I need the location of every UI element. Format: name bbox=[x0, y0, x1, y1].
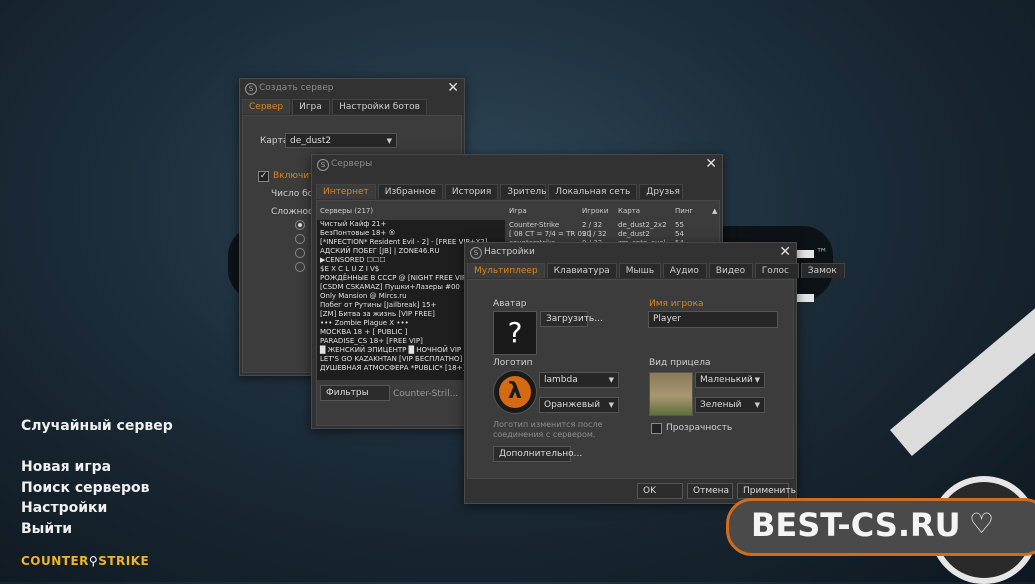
settings-window: S Настройки ✕ Мультиплеер Клавиатура Мыш… bbox=[464, 242, 845, 504]
tab-spectate[interactable]: Зритель bbox=[500, 184, 546, 199]
server-name[interactable]: Чистый Кайф 21+ bbox=[317, 220, 505, 229]
tab-multiplayer[interactable]: Мультиплеер bbox=[467, 263, 545, 278]
player-name-label: Имя игрока bbox=[649, 299, 704, 309]
heart-icon: ♡ bbox=[969, 507, 995, 540]
table-cell-ping: 54 bbox=[675, 230, 684, 238]
crosshair-color-dropdown[interactable]: Зеленый ▼ bbox=[695, 397, 765, 413]
table-cell-players: 2 / 32 bbox=[582, 221, 603, 229]
logo-color-dropdown[interactable]: Оранжевый ▼ bbox=[539, 397, 619, 413]
menu-random-server[interactable]: Случайный сервер bbox=[21, 418, 173, 434]
apply-button[interactable]: Применить bbox=[737, 483, 796, 499]
player-name-input[interactable]: Player bbox=[648, 311, 778, 328]
advanced-button[interactable]: Дополнительно... bbox=[493, 446, 582, 462]
window-title: Серверы bbox=[331, 159, 373, 169]
upload-avatar-button[interactable]: Загрузить... bbox=[540, 311, 603, 327]
logo-color-value: Оранжевый bbox=[544, 400, 601, 410]
tab-game[interactable]: Игра bbox=[292, 99, 331, 114]
column-ping[interactable]: Пинг bbox=[675, 207, 693, 215]
map-value: de_dust2 bbox=[290, 136, 332, 146]
enable-bots-checkbox[interactable]: ✓ bbox=[258, 171, 269, 182]
trademark-symbol: ™ bbox=[816, 246, 828, 260]
table-cell-map: de_dust2 bbox=[618, 230, 650, 238]
watermark-banner: BEST-CS.RU ♡ bbox=[726, 498, 1035, 556]
tab-history[interactable]: История bbox=[444, 184, 499, 199]
window-titlebar[interactable]: S Серверы ✕ bbox=[312, 155, 722, 175]
tab-keyboard[interactable]: Клавиатура bbox=[546, 263, 617, 278]
column-map[interactable]: Карта bbox=[618, 207, 640, 215]
server-name[interactable]: БезПонтовые 18+ ® bbox=[317, 229, 505, 238]
chevron-down-icon: ▼ bbox=[608, 376, 614, 384]
chevron-down-icon: ▼ bbox=[386, 137, 392, 145]
window-title: Настройки bbox=[484, 247, 535, 257]
window-titlebar[interactable]: S Настройки ✕ bbox=[465, 243, 796, 263]
transparency-label: Прозрачность bbox=[666, 423, 733, 433]
transparency-checkbox[interactable] bbox=[651, 423, 662, 434]
chevron-down-icon: ▼ bbox=[754, 376, 760, 384]
menu-settings[interactable]: Настройки bbox=[21, 500, 107, 516]
tab-video[interactable]: Видео bbox=[708, 263, 753, 278]
column-game[interactable]: Игра bbox=[509, 207, 527, 215]
tab-voice[interactable]: Голос bbox=[754, 263, 799, 278]
lambda-logo-icon: λ bbox=[493, 370, 537, 414]
filters-button[interactable]: Фильтры bbox=[320, 385, 390, 401]
tab-audio[interactable]: Аудио bbox=[662, 263, 707, 278]
crosshair-label: Вид прицела bbox=[649, 358, 711, 368]
steam-icon: S bbox=[317, 159, 329, 171]
tab-internet[interactable]: Интернет bbox=[316, 184, 376, 199]
logo-dropdown[interactable]: lambda ▼ bbox=[539, 372, 619, 388]
crosshair-size-dropdown[interactable]: Маленький ▼ bbox=[695, 372, 765, 388]
column-players[interactable]: Игроки bbox=[582, 207, 608, 215]
filter-game-value: Counter-Stril... bbox=[393, 389, 459, 399]
logo-label: Логотип bbox=[493, 358, 533, 368]
watermark-stripe bbox=[890, 288, 1035, 457]
table-cell-game: [ 08 CT = 7/4 = TR 09 ] bbox=[509, 230, 592, 238]
table-cell-players: 20 / 32 bbox=[582, 230, 607, 238]
avatar-label: Аватар bbox=[493, 299, 527, 309]
menu-new-game[interactable]: Новая игра bbox=[21, 459, 111, 475]
table-cell-game: Counter-Strike bbox=[509, 221, 560, 229]
difficulty-radio-1[interactable] bbox=[295, 220, 305, 230]
tab-server[interactable]: Сервер bbox=[242, 99, 291, 114]
watermark-text: BEST-CS.RU bbox=[751, 506, 961, 544]
column-servers[interactable]: Серверы (217) bbox=[320, 207, 373, 215]
chevron-down-icon: ▼ bbox=[754, 401, 760, 409]
tab-bot-settings[interactable]: Настройки ботов bbox=[332, 99, 427, 114]
crosshair-preview bbox=[649, 372, 693, 416]
table-cell-map: de_dust2_2x2 bbox=[618, 221, 667, 229]
ok-button[interactable]: OK bbox=[637, 483, 683, 499]
difficulty-radio-4[interactable] bbox=[295, 262, 305, 272]
cancel-button[interactable]: Отмена bbox=[687, 483, 733, 499]
menu-find-servers[interactable]: Поиск серверов bbox=[21, 480, 150, 496]
table-cell-ping: 55 bbox=[675, 221, 684, 229]
tab-lock[interactable]: Замок bbox=[800, 263, 845, 278]
chevron-down-icon: ▼ bbox=[608, 401, 614, 409]
scroll-up-icon[interactable]: ▲ bbox=[712, 207, 717, 215]
window-title: Создать сервер bbox=[259, 83, 334, 93]
counter-strike-logo: COUNTER⚲STRIKE bbox=[21, 554, 150, 568]
difficulty-radio-3[interactable] bbox=[295, 248, 305, 258]
close-icon[interactable]: ✕ bbox=[705, 156, 717, 172]
tab-lan[interactable]: Локальная сеть bbox=[548, 184, 638, 199]
steam-icon: S bbox=[470, 247, 482, 259]
close-icon[interactable]: ✕ bbox=[447, 80, 459, 96]
avatar-placeholder: ? bbox=[493, 311, 537, 355]
tab-friends[interactable]: Друзья bbox=[639, 184, 684, 199]
difficulty-radio-2[interactable] bbox=[295, 234, 305, 244]
window-titlebar[interactable]: S Создать сервер ✕ bbox=[240, 79, 464, 99]
crosshair-color-value: Зеленый bbox=[700, 400, 742, 410]
menu-quit[interactable]: Выйти bbox=[21, 521, 72, 537]
steam-icon: S bbox=[245, 83, 257, 95]
tab-favorites[interactable]: Избранное bbox=[377, 184, 443, 199]
logo-note: Логотип изменится после соединения с сер… bbox=[493, 420, 603, 439]
tab-mouse[interactable]: Мышь bbox=[618, 263, 661, 278]
close-icon[interactable]: ✕ bbox=[779, 244, 791, 260]
logo-value: lambda bbox=[544, 375, 578, 385]
map-dropdown[interactable]: de_dust2 ▼ bbox=[285, 133, 397, 148]
crosshair-size-value: Маленький bbox=[700, 375, 753, 385]
